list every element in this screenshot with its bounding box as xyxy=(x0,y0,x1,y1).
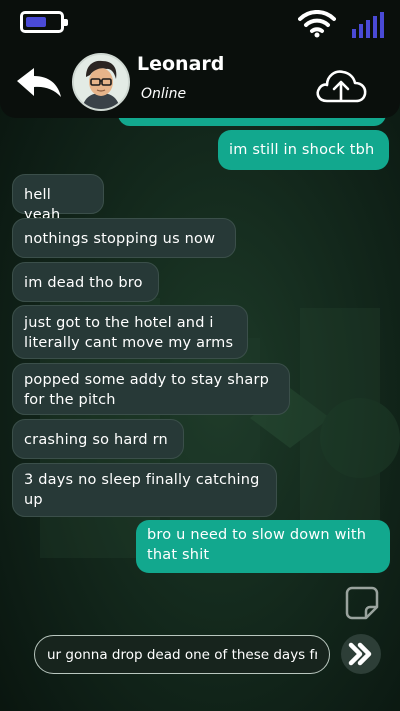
contact-status: Online xyxy=(141,86,187,102)
avatar-illustration xyxy=(74,55,128,109)
message-bubble-received: 3 days no sleep finally catching up xyxy=(12,463,277,517)
message-bubble-received: just got to the hotel and i literally ca… xyxy=(12,305,248,359)
message-bubble-received: hell yeah xyxy=(12,174,104,223)
message-bubble-received: nothings stopping us now xyxy=(12,218,236,258)
status-bar xyxy=(0,0,400,48)
battery-fill xyxy=(26,17,46,27)
back-arrow-icon[interactable] xyxy=(14,64,64,102)
message-bubble-received: crashing so hard rn xyxy=(12,419,184,459)
avatar[interactable] xyxy=(72,53,130,111)
message-bubble-sent: im still in shock tbh xyxy=(218,130,389,170)
signal-bars-icon xyxy=(352,12,384,38)
send-button[interactable] xyxy=(341,634,381,674)
battery-icon xyxy=(20,11,68,33)
message-input[interactable] xyxy=(34,635,330,674)
battery-tip xyxy=(64,19,68,26)
sticker-icon[interactable] xyxy=(344,585,380,621)
cloud-upload-icon[interactable] xyxy=(313,65,369,105)
chat-header: Leonard Online xyxy=(0,48,400,118)
wifi-icon xyxy=(298,10,336,38)
contact-name: Leonard xyxy=(137,53,225,75)
double-chevron-send-icon xyxy=(348,642,372,666)
chat-screen: Leonard Online im still in shock tbh hel… xyxy=(0,0,400,711)
message-bubble-received: im dead tho bro xyxy=(12,262,159,302)
message-bubble-sent: bro u need to slow down with that shit xyxy=(136,520,390,573)
message-bubble-received: popped some addy to stay sharp for the p… xyxy=(12,363,290,415)
